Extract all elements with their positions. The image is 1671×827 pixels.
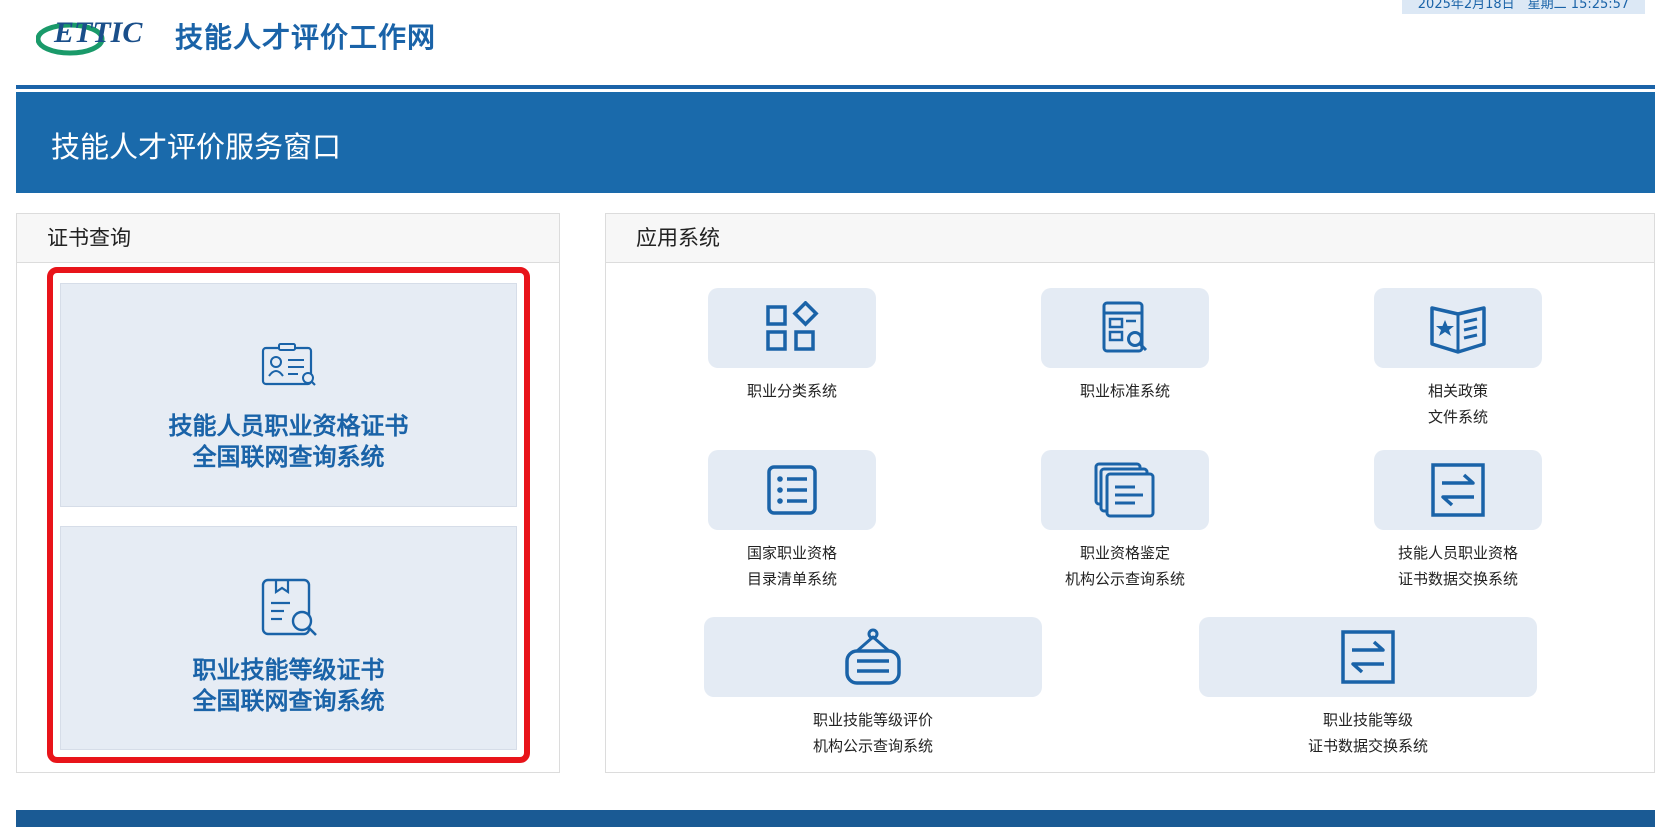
occupation-classification-system[interactable]: 职业分类系统 — [708, 288, 876, 404]
app-label-line2: 证书数据交换系统 — [1307, 737, 1428, 755]
app-tile[interactable] — [1374, 450, 1542, 530]
footer-bar — [16, 810, 1655, 827]
national-qualification-catalog-system[interactable]: 国家职业资格 目录清单系统 — [708, 450, 876, 592]
qualification-certificate-exchange-system[interactable]: 技能人员职业资格 证书数据交换系统 — [1374, 450, 1542, 592]
app-label-line2: 机构公示查询系统 — [812, 737, 933, 755]
policy-book-icon — [1430, 306, 1486, 354]
app-label: 职业分类系统 — [708, 378, 876, 404]
skill-level-evaluation-institution-system[interactable]: 职业技能等级评价 机构公示查询系统 — [704, 617, 1042, 759]
app-tile[interactable] — [1199, 617, 1537, 697]
app-tile[interactable] — [1374, 288, 1542, 368]
standard-search-icon — [1102, 301, 1148, 353]
application-systems-title: 应用系统 — [606, 214, 1654, 263]
list-icon — [767, 465, 817, 515]
app-tile[interactable] — [708, 450, 876, 530]
category-grid-icon — [766, 301, 819, 351]
app-label-line2: 文件系统 — [1427, 408, 1488, 426]
app-label-line2: 证书数据交换系统 — [1397, 570, 1518, 588]
documents-stack-icon — [1094, 462, 1155, 518]
exchange-icon — [1341, 630, 1395, 684]
highlight-annotation — [47, 267, 530, 763]
app-label: 职业技能等级评价 机构公示查询系统 — [704, 707, 1042, 759]
app-label-line1: 技能人员职业资格 — [1397, 544, 1518, 562]
qualification-appraisal-institution-system[interactable]: 职业资格鉴定 机构公示查询系统 — [1041, 450, 1209, 592]
certificate-query-title: 证书查询 — [17, 214, 559, 263]
header-divider — [16, 85, 1655, 89]
app-label: 职业资格鉴定 机构公示查询系统 — [1041, 540, 1209, 592]
app-label-line1: 职业资格鉴定 — [1079, 544, 1170, 562]
app-label: 国家职业资格 目录清单系统 — [708, 540, 876, 592]
banner-title: 技能人才评价服务窗口 — [51, 130, 342, 164]
app-label-line1: 职业技能等级评价 — [812, 711, 933, 729]
app-tile[interactable] — [704, 617, 1042, 697]
app-label-line1: 职业分类系统 — [746, 382, 837, 400]
exchange-icon — [1431, 463, 1485, 517]
occupation-standard-system[interactable]: 职业标准系统 — [1041, 288, 1209, 404]
app-label-line2: 目录清单系统 — [746, 570, 837, 588]
current-datetime: 2025年2月18日 星期二 15:25:57 — [1402, 0, 1645, 14]
app-label: 相关政策 文件系统 — [1374, 378, 1542, 430]
site-title: 技能人才评价工作网 — [175, 21, 437, 54]
signboard-icon — [845, 628, 901, 685]
app-label: 技能人员职业资格 证书数据交换系统 — [1374, 540, 1542, 592]
ettic-logo[interactable]: ETTIC — [36, 12, 146, 56]
app-label-line1: 国家职业资格 — [746, 544, 837, 562]
app-label-line1: 相关政策 — [1427, 382, 1488, 400]
svg-text:ETTIC: ETTIC — [53, 16, 143, 49]
app-tile[interactable] — [1041, 450, 1209, 530]
app-label-line2: 机构公示查询系统 — [1064, 570, 1185, 588]
service-banner: 技能人才评价服务窗口 — [16, 92, 1655, 193]
app-label: 职业标准系统 — [1041, 378, 1209, 404]
app-label-line1: 职业标准系统 — [1079, 382, 1170, 400]
app-tile[interactable] — [1041, 288, 1209, 368]
app-label: 职业技能等级 证书数据交换系统 — [1199, 707, 1537, 759]
app-tile[interactable] — [708, 288, 876, 368]
skill-level-certificate-exchange-system[interactable]: 职业技能等级 证书数据交换系统 — [1199, 617, 1537, 759]
app-label-line1: 职业技能等级 — [1322, 711, 1413, 729]
site-header: ETTIC 技能人才评价工作网 2025年2月18日 星期二 15:25:57 — [0, 0, 1671, 90]
policy-documents-system[interactable]: 相关政策 文件系统 — [1374, 288, 1542, 430]
